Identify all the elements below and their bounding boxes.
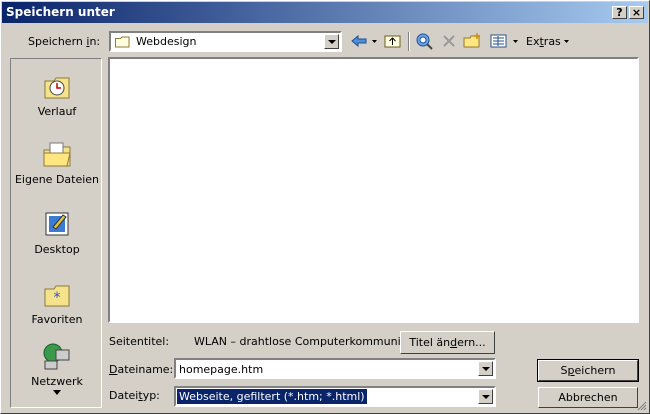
extras-dropdown-icon[interactable] [563,32,571,50]
up-folder-icon[interactable] [383,32,403,50]
toolbar-separator [408,32,410,51]
views-icon[interactable] [489,32,509,50]
history-icon [44,77,70,99]
chevron-down-icon[interactable] [478,361,493,376]
extras-menu[interactable]: Extras [526,35,561,48]
place-label: Verlauf [37,105,77,118]
place-label: Netzwerk [31,375,83,388]
cancel-button[interactable]: Abbrechen [538,387,638,408]
close-button[interactable]: × [629,6,644,19]
back-arrow-icon[interactable] [349,32,369,50]
change-title-button[interactable]: Titel ändern... [400,331,495,354]
page-title-value: WLAN – drahtlose Computerkommuni... [194,335,412,348]
scroll-down-icon[interactable] [53,390,61,396]
help-button[interactable]: ? [612,6,627,19]
place-my-documents[interactable]: Eigene Dateien [11,139,103,186]
filename-value: homepage.htm [179,363,264,376]
svg-text:*: * [54,290,61,306]
page-title-label: Seitentitel: [109,335,170,348]
location-combo[interactable]: Webdesign [109,31,342,52]
resize-grip-icon[interactable] [635,399,647,411]
title-bar[interactable]: Speichern unter ? × [2,2,648,23]
places-bar: Verlauf Eigene Dateien Desktop * Favorit… [10,58,102,408]
chevron-down-icon[interactable] [324,34,339,49]
place-favorites[interactable]: * Favoriten [11,279,103,326]
new-folder-icon[interactable] [463,32,483,50]
save-in-label: Speichern in: [28,35,101,48]
chevron-down-icon[interactable] [478,389,493,404]
place-history[interactable]: Verlauf [11,71,103,118]
place-desktop[interactable]: Desktop [11,209,103,256]
save-as-dialog: Speichern unter ? × Speichern in: Webdes… [0,0,650,414]
folder-icon [115,36,130,48]
file-list[interactable] [108,57,639,323]
location-value: Webdesign [136,35,197,48]
place-label: Favoriten [31,313,83,326]
network-icon [43,343,70,370]
filetype-label: Dateityp: [109,389,160,402]
place-label: Desktop [34,243,80,256]
desktop-icon [45,212,69,236]
delete-icon[interactable] [441,32,457,50]
filename-label: Dateiname: [109,363,174,376]
dialog-title: Speichern unter [6,5,115,19]
views-dropdown-icon[interactable] [512,32,520,50]
my-documents-icon [43,142,71,167]
web-search-icon[interactable] [415,32,435,50]
filetype-value: Webseite, gefiltert (*.htm; *.html) [176,388,368,405]
filename-field[interactable]: homepage.htm [174,358,496,379]
filetype-select[interactable]: Webseite, gefiltert (*.htm; *.html) [174,386,496,407]
back-dropdown-icon[interactable] [371,32,379,50]
favorites-icon: * [44,285,70,307]
place-label: Eigene Dateien [14,173,100,186]
place-network[interactable]: Netzwerk [11,341,103,396]
save-button[interactable]: Speichern [537,359,639,382]
